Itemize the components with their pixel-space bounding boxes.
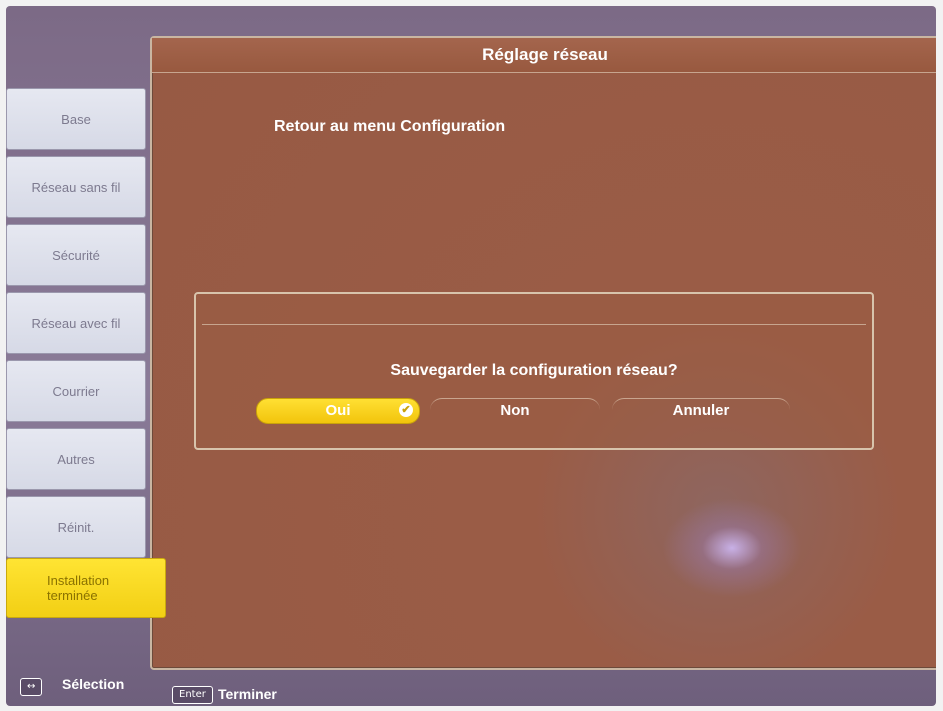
sidebar-item-reset[interactable]: Réinit.	[6, 496, 146, 558]
check-circle-icon: ✔	[399, 403, 413, 417]
back-to-config-menu-link[interactable]: Retour au menu Configuration	[274, 118, 505, 136]
yes-button-label: Oui	[325, 402, 351, 419]
cancel-button[interactable]: Annuler	[612, 398, 790, 423]
page-title: Réglage réseau	[152, 38, 936, 73]
dialog-divider	[202, 324, 866, 325]
sidebar-item-mail[interactable]: Courrier	[6, 360, 146, 422]
dialog-message: Sauvegarder la configuration réseau?	[390, 362, 678, 379]
sidebar-item-wireless-network[interactable]: Réseau sans fil	[6, 156, 146, 218]
finish-hint-label: Terminer	[218, 686, 277, 702]
enter-key-icon: Enter	[172, 686, 213, 704]
sidebar-item-label: Base	[61, 111, 91, 127]
select-hint-label: Sélection	[62, 676, 125, 692]
sidebar-item-setup-complete[interactable]: Installation terminée	[6, 558, 166, 618]
sidebar-item-others[interactable]: Autres	[6, 428, 146, 490]
sidebar-item-wired-network[interactable]: Réseau avec fil	[6, 292, 146, 354]
footer-key-guide: ↔ Sélection Enter Terminer	[6, 668, 936, 706]
save-config-dialog: Sauvegarder la configuration réseau? Oui…	[194, 292, 874, 450]
no-button-label: Non	[500, 402, 530, 419]
sidebar-item-label: Réseau avec fil	[31, 315, 121, 331]
sidebar-item-security[interactable]: Sécurité	[6, 224, 146, 286]
light-glare	[662, 498, 802, 598]
no-button[interactable]: Non	[430, 398, 600, 423]
sidebar-item-label: Réseau sans fil	[31, 179, 121, 195]
projector-screen: Réglage réseau Retour au menu Configurat…	[6, 6, 936, 706]
arrow-keys-icon: ↔	[20, 678, 43, 696]
sidebar-item-label: Autres	[57, 451, 95, 467]
sidebar-item-base[interactable]: Base	[6, 88, 146, 150]
sidebar-item-label: Courrier	[52, 383, 100, 399]
cancel-button-label: Annuler	[672, 402, 730, 419]
yes-button[interactable]: Oui ✔	[256, 398, 420, 424]
sidebar-item-label: Sécurité	[52, 247, 100, 263]
sidebar-item-label: Réinit.	[57, 519, 95, 535]
network-settings-panel: Réglage réseau Retour au menu Configurat…	[150, 36, 936, 670]
sidebar-item-label: Installation terminée	[47, 573, 110, 603]
